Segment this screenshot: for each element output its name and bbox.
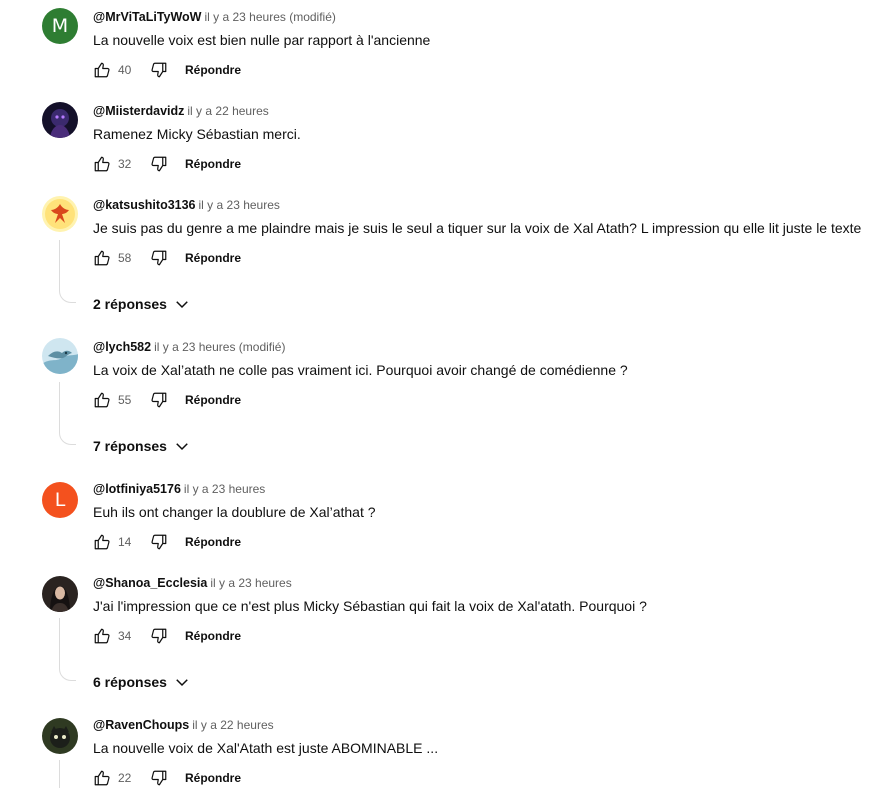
comment-author[interactable]: @RavenChoups — [93, 718, 189, 732]
thumbs-down-icon[interactable] — [150, 249, 168, 267]
comment-author[interactable]: @MrViTaLiTyWoW — [93, 10, 201, 24]
comment-author[interactable]: @katsushito3136 — [93, 198, 196, 212]
comment-actions: 55 Répondre — [93, 388, 241, 412]
comment-actions: 40 Répondre — [93, 58, 241, 82]
comment-time[interactable]: il y a 23 heures (modifié) — [204, 10, 335, 24]
reply-button[interactable]: Répondre — [185, 63, 241, 77]
like-count: 40 — [118, 63, 132, 77]
reply-button[interactable]: Répondre — [185, 393, 241, 407]
comment-author[interactable]: @Miisterdavidz — [93, 104, 184, 118]
comment-time[interactable]: il y a 23 heures — [210, 576, 291, 590]
reply-button[interactable]: Répondre — [185, 251, 241, 265]
thumbs-up-icon[interactable] — [93, 533, 111, 551]
chevron-down-icon — [173, 295, 191, 313]
avatar[interactable] — [42, 576, 78, 612]
comment-author[interactable]: @lych582 — [93, 340, 151, 354]
comment-actions: 34 Répondre — [93, 624, 241, 648]
like-count: 22 — [118, 771, 132, 785]
like-count: 58 — [118, 251, 132, 265]
replies-count: 7 réponses — [93, 438, 167, 454]
thumbs-down-icon[interactable] — [150, 155, 168, 173]
like-count: 34 — [118, 629, 132, 643]
chevron-down-icon — [173, 437, 191, 455]
thumbs-down-icon[interactable] — [150, 627, 168, 645]
comment-header: @katsushito3136 il y a 23 heures — [93, 198, 280, 212]
comment-text: Je suis pas du genre a me plaindre mais … — [93, 220, 862, 236]
comment-author[interactable]: @lotfiniya5176 — [93, 482, 181, 496]
replies-count: 6 réponses — [93, 674, 167, 690]
avatar[interactable] — [42, 102, 78, 138]
like-count: 55 — [118, 393, 132, 407]
thread-line — [59, 382, 76, 445]
thumbs-down-icon[interactable] — [150, 769, 168, 787]
comment-header: @lotfiniya5176 il y a 23 heures — [93, 482, 265, 496]
thumbs-up-icon[interactable] — [93, 61, 111, 79]
like-count: 14 — [118, 535, 132, 549]
comment-text: La nouvelle voix est bien nulle par rapp… — [93, 32, 431, 48]
like-count: 32 — [118, 157, 132, 171]
avatar-letter: L — [54, 489, 66, 511]
reply-button[interactable]: Répondre — [185, 535, 241, 549]
thumbs-up-icon[interactable] — [93, 391, 111, 409]
reply-button[interactable]: Répondre — [185, 157, 241, 171]
comment-time[interactable]: il y a 22 heures — [187, 104, 268, 118]
comment-header: @MrViTaLiTyWoW il y a 23 heures (modifié) — [93, 10, 336, 24]
comment-header: @Miisterdavidz il y a 22 heures — [93, 104, 269, 118]
comment-actions: 22 Répondre — [93, 766, 241, 790]
comment-time[interactable]: il y a 23 heures (modifié) — [154, 340, 285, 354]
comment-actions: 58 Répondre — [93, 246, 241, 270]
comment-text: Euh ils ont changer la doublure de Xal’a… — [93, 504, 376, 520]
replies-count: 2 réponses — [93, 296, 167, 312]
comment-actions: 14 Répondre — [93, 530, 241, 554]
avatar[interactable] — [42, 718, 78, 754]
comment-text: La nouvelle voix de Xal'Atath est juste … — [93, 740, 439, 756]
thread-line — [59, 618, 76, 681]
comment-time[interactable]: il y a 23 heures — [199, 198, 280, 212]
thumbs-up-icon[interactable] — [93, 155, 111, 173]
comment-time[interactable]: il y a 23 heures — [184, 482, 265, 496]
avatar[interactable] — [42, 338, 78, 374]
reply-button[interactable]: Répondre — [185, 629, 241, 643]
comment-header: @lych582 il y a 23 heures (modifié) — [93, 340, 285, 354]
comment-author[interactable]: @Shanoa_Ecclesia — [93, 576, 207, 590]
thumbs-down-icon[interactable] — [150, 391, 168, 409]
avatar[interactable]: L — [42, 482, 78, 518]
comment-time[interactable]: il y a 22 heures — [192, 718, 273, 732]
avatar[interactable]: M — [42, 8, 78, 44]
replies-toggle[interactable]: 6 réponses — [93, 673, 191, 691]
avatar-letter: M — [51, 15, 69, 37]
chevron-down-icon — [173, 673, 191, 691]
replies-toggle[interactable]: 2 réponses — [93, 295, 191, 313]
comment-header: @RavenChoups il y a 22 heures — [93, 718, 274, 732]
thumbs-up-icon[interactable] — [93, 627, 111, 645]
comment-text: J'ai l'impression que ce n'est plus Mick… — [93, 598, 647, 614]
comment-header: @Shanoa_Ecclesia il y a 23 heures — [93, 576, 292, 590]
comment-text: La voix de Xal’atath ne colle pas vraime… — [93, 362, 628, 378]
thumbs-up-icon[interactable] — [93, 769, 111, 787]
comment-text: Ramenez Micky Sébastian merci. — [93, 126, 301, 142]
replies-toggle[interactable]: 7 réponses — [93, 437, 191, 455]
thread-line — [59, 240, 76, 303]
thumbs-down-icon[interactable] — [150, 533, 168, 551]
comment-actions: 32 Répondre — [93, 152, 241, 176]
thread-line — [59, 760, 60, 788]
thumbs-up-icon[interactable] — [93, 249, 111, 267]
thumbs-down-icon[interactable] — [150, 61, 168, 79]
reply-button[interactable]: Répondre — [185, 771, 241, 785]
avatar[interactable] — [42, 196, 78, 232]
